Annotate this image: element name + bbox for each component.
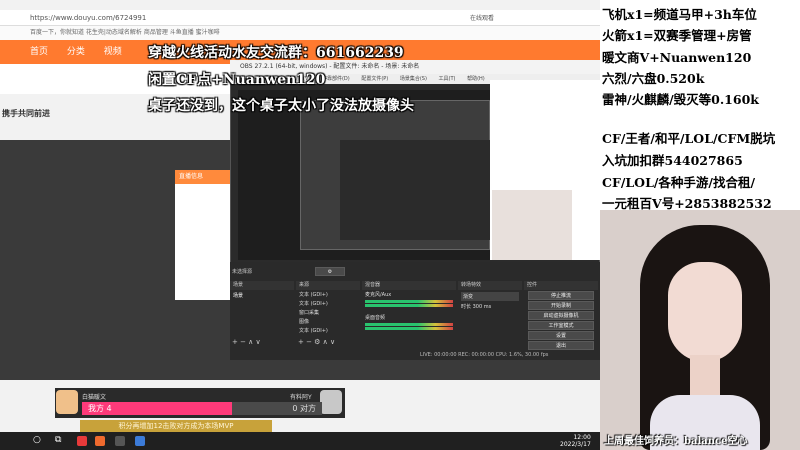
info-line: 暖文商V+Nuanwen120 bbox=[602, 50, 752, 65]
windows-taskbar bbox=[0, 432, 600, 450]
pk-right-score: 0 对方 bbox=[232, 402, 322, 415]
nav-item-category[interactable]: 分类 bbox=[67, 47, 85, 57]
menu-help[interactable]: 帮助(H) bbox=[467, 76, 485, 82]
chrome-icon[interactable] bbox=[135, 436, 145, 446]
mixer-track-label: 麦克风/Aux bbox=[365, 292, 392, 298]
nav-item-home[interactable]: 首页 bbox=[30, 47, 48, 57]
search-icon[interactable]: ○ bbox=[33, 435, 41, 445]
mixer-track-label: 桌面音频 bbox=[365, 315, 386, 321]
overlay-desk-text: 桌子还没到，这个桌子太小了没法放摄像头 bbox=[148, 98, 414, 114]
taskbar-clock[interactable]: 12:00 2022/3/17 bbox=[560, 434, 591, 448]
live-info-dialog-title: 直播信息 bbox=[175, 170, 235, 184]
transitions-dock: 转场特效 渐变 时长 300 ms bbox=[458, 281, 522, 312]
controls-dock: 控件 停止推流 开始录制 启动虚拟摄像机 工作室模式 设置 退出 bbox=[524, 281, 598, 351]
menu-profile[interactable]: 配置文件(P) bbox=[361, 76, 388, 82]
right-streamer-name: 有料阿Y bbox=[290, 394, 312, 401]
duration-label: 时长 bbox=[461, 304, 472, 310]
screen: https://www.douyu.com/6724991 在线观看 百度一下，… bbox=[0, 0, 800, 450]
duration-input[interactable]: 300 ms bbox=[473, 304, 492, 310]
exit-button[interactable]: 退出 bbox=[528, 341, 594, 350]
menu-docks[interactable]: 停靠部件(D) bbox=[322, 76, 350, 82]
info-line: 六烈/六盘0.520k bbox=[602, 71, 705, 86]
live-info-dialog bbox=[175, 170, 235, 300]
settings-button[interactable]: 设置 bbox=[528, 331, 594, 340]
source-item[interactable]: 文本 (GDI+) bbox=[296, 299, 360, 308]
stop-streaming-button[interactable]: 停止推流 bbox=[528, 291, 594, 300]
info-line: CF/王者/和平/LOL/CFM脱坑 bbox=[602, 131, 776, 146]
nav-item-video[interactable]: 视频 bbox=[104, 47, 122, 57]
scenes-dock: 场景 场景 bbox=[230, 281, 294, 301]
pk-mvp-banner: 积分再增加12击败对方成为本场MVP bbox=[80, 420, 272, 432]
sources-dock: 来源 文本 (GDI+) 文本 (GDI+) 窗口采集 图像 文本 (GDI+) bbox=[296, 281, 360, 335]
desktop-volume-slider[interactable] bbox=[365, 327, 453, 330]
left-avatar[interactable] bbox=[56, 390, 78, 414]
clock-date: 2022/3/17 bbox=[560, 441, 591, 448]
overlay-cf-text: 闲置CF点+Nuanwen120 bbox=[148, 72, 326, 88]
obs-status-bar: LIVE: 00:00:00 REC: 00:00:00 CPU: 1.6%, … bbox=[420, 352, 549, 358]
mic-volume-slider[interactable] bbox=[365, 304, 453, 307]
scene-item[interactable]: 场景 bbox=[230, 290, 294, 301]
scenes-dock-title: 场景 bbox=[230, 281, 294, 290]
menu-scene-collection[interactable]: 场景集合(S) bbox=[400, 76, 427, 82]
info-line: 火箭x1=双赛季管理+房管 bbox=[602, 28, 752, 43]
source-item[interactable]: 文本 (GDI+) bbox=[296, 326, 360, 335]
controls-dock-title: 控件 bbox=[524, 281, 598, 290]
transition-select[interactable]: 渐变 bbox=[461, 292, 519, 301]
start-recording-button[interactable]: 开始录制 bbox=[528, 301, 594, 310]
left-streamer-name: 白猫暖文 bbox=[82, 394, 107, 401]
obs-icon[interactable] bbox=[115, 436, 125, 446]
transitions-dock-title: 转场特效 bbox=[458, 281, 522, 290]
sources-dock-title: 来源 bbox=[296, 281, 360, 290]
bookmarks-bar[interactable]: 百度一下，你就知道 花生壳|动态域名解析 商品管理 斗鱼直播 蜜汁咖啡 bbox=[0, 26, 600, 40]
preview-webcam bbox=[492, 190, 572, 260]
info-line: 飞机x1=频道马甲+3h车位 bbox=[602, 7, 757, 22]
task-view-icon[interactable]: ⧉ bbox=[55, 435, 61, 445]
mic-meter bbox=[365, 300, 453, 303]
source-properties-button[interactable]: ⚙ bbox=[315, 267, 345, 276]
gear-icon: ⚙ bbox=[315, 267, 345, 276]
page-title: 携手共同前进 bbox=[2, 109, 50, 118]
no-source-label: 未选择源 bbox=[232, 269, 253, 275]
studio-mode-button[interactable]: 工作室模式 bbox=[528, 321, 594, 330]
info-line: CF/LOL/各种手游/找合租/ bbox=[602, 175, 756, 190]
desktop-meter bbox=[365, 323, 453, 326]
browser-tab-label[interactable]: 在线观看 bbox=[470, 13, 494, 22]
weibo-icon[interactable] bbox=[77, 436, 87, 446]
right-avatar[interactable] bbox=[320, 390, 342, 414]
clock-time: 12:00 bbox=[573, 434, 591, 441]
source-add-icon[interactable]: + − ⚙ ∧ ∨ bbox=[298, 338, 335, 346]
source-item[interactable]: 图像 bbox=[296, 317, 360, 326]
pk-left-score: 我方 4 bbox=[82, 402, 232, 415]
mixer-dock-title: 混音器 bbox=[362, 281, 456, 290]
info-line: 入坑加扣群544027865 bbox=[602, 153, 743, 168]
overlay-group-text: 穿越火线活动水友交流群：661662239 bbox=[148, 45, 404, 61]
mixer-dock: 混音器 麦克风/Aux 桌面音频 bbox=[362, 281, 456, 331]
webcam-caption: 上周最佳饲养员：balance空心 bbox=[604, 436, 748, 447]
source-item[interactable]: 文本 (GDI+) bbox=[296, 290, 360, 299]
source-item[interactable]: 窗口采集 bbox=[296, 308, 360, 317]
webcam-neck-shape bbox=[690, 355, 720, 395]
nested-obs-capture bbox=[340, 140, 490, 240]
info-line: 雷神/火麒麟/毁灭等0.160k bbox=[602, 92, 759, 107]
douyu-icon[interactable] bbox=[95, 436, 105, 446]
menu-tools[interactable]: 工具(T) bbox=[439, 76, 456, 82]
virtual-camera-button[interactable]: 启动虚拟摄像机 bbox=[528, 311, 594, 320]
webcam-face-shape bbox=[668, 262, 742, 362]
address-bar[interactable]: https://www.douyu.com/6724991 bbox=[0, 10, 600, 26]
scene-add-icon[interactable]: + − ∧ ∨ bbox=[232, 338, 261, 346]
